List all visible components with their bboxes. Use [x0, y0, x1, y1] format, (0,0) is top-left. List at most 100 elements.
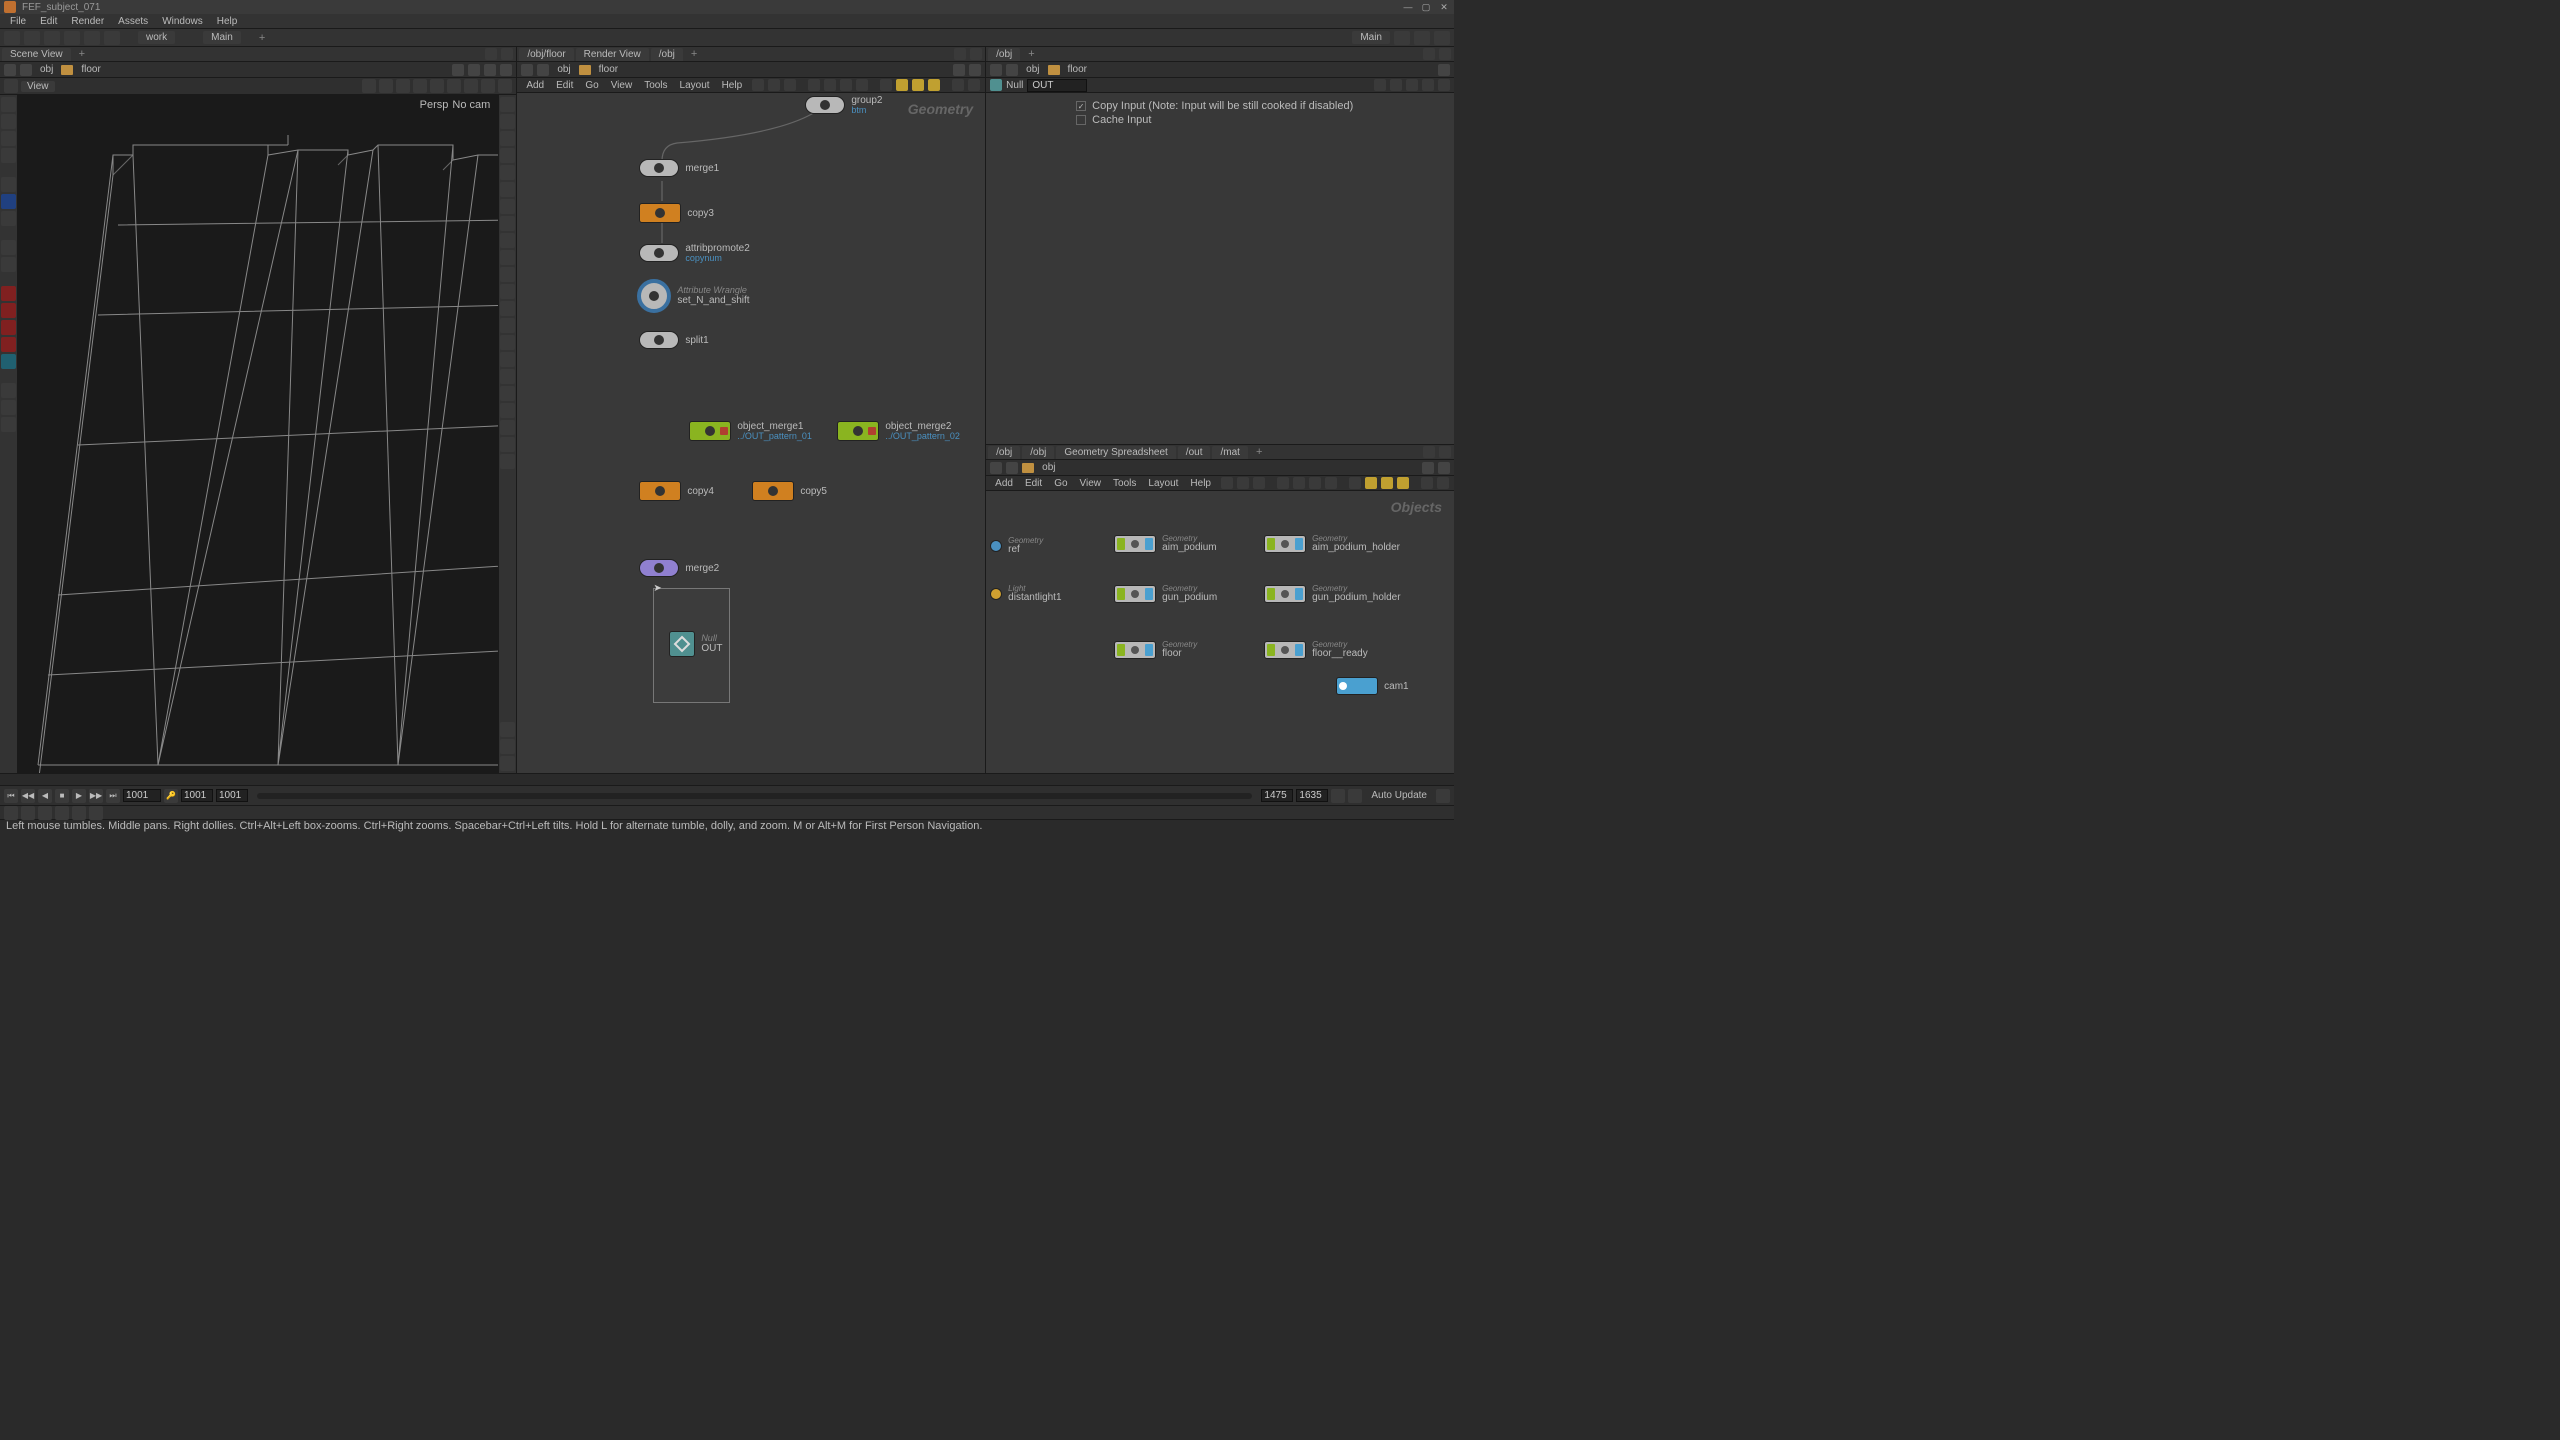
net-tool-icon[interactable] [928, 79, 940, 91]
vp-display-tool[interactable] [500, 386, 515, 401]
obj-tool-icon[interactable] [1237, 477, 1249, 489]
update-mode-label[interactable]: Auto Update [1365, 790, 1433, 801]
range-start2-input[interactable] [216, 789, 248, 802]
vp-display-tool[interactable] [500, 97, 515, 112]
vp-tool[interactable] [1, 240, 16, 255]
obj-tab[interactable]: /obj [988, 446, 1020, 459]
status-tool[interactable] [72, 806, 86, 820]
node-copy3[interactable]: copy3 [639, 203, 714, 223]
shelf-tab-main[interactable]: Main [203, 31, 241, 44]
vp-display-tool[interactable] [500, 114, 515, 129]
pane-menu-icon[interactable] [485, 48, 497, 60]
pane-icon[interactable] [1439, 446, 1451, 458]
vp-tool[interactable] [1, 131, 16, 146]
obj-tool-icon[interactable] [1309, 477, 1321, 489]
vp-select-tool[interactable] [1, 97, 16, 112]
path-icon[interactable] [452, 64, 464, 76]
viewport-label[interactable]: View [21, 81, 55, 92]
vp-display-tool[interactable] [500, 165, 515, 180]
pane-icon[interactable] [1439, 48, 1451, 60]
obj-tool-icon[interactable] [1349, 477, 1361, 489]
obj-node-aim-podium[interactable]: Geometryaim_podium [1114, 535, 1216, 553]
vp-tool-icon[interactable] [430, 79, 444, 93]
play-prev-button[interactable]: ◀◀ [21, 789, 35, 803]
status-tool[interactable] [4, 806, 18, 820]
vp-tool[interactable] [1, 383, 16, 398]
menu-edit[interactable]: Edit [34, 16, 63, 27]
vp-tool[interactable] [1, 303, 16, 318]
playbar-icon[interactable] [1436, 789, 1450, 803]
obj-tool-icon[interactable] [1325, 477, 1337, 489]
pane-icon[interactable] [970, 48, 982, 60]
param-tab[interactable]: /obj [988, 48, 1020, 61]
vp-display-tool[interactable] [500, 352, 515, 367]
play-last-button[interactable]: ⏭ [106, 789, 120, 803]
vp-display-tool[interactable] [500, 267, 515, 282]
vp-tool-icon[interactable] [464, 79, 478, 93]
path-icon[interactable] [484, 64, 496, 76]
obj-tool-icon[interactable] [1221, 477, 1233, 489]
vp-tool[interactable] [1, 257, 16, 272]
node-merge2[interactable]: merge2 [639, 559, 719, 577]
shelf-tool[interactable] [1394, 31, 1410, 45]
vp-tool[interactable] [1, 286, 16, 301]
cache-input-checkbox[interactable] [1076, 115, 1086, 125]
network-editor[interactable]: Geometry [517, 93, 985, 773]
obj-node-distantlight1[interactable]: Lightdistantlight1 [990, 585, 1061, 603]
path-crumb-obj[interactable]: obj [36, 64, 57, 75]
obj-menu-go[interactable]: Go [1049, 478, 1072, 489]
net-tool-icon[interactable] [784, 79, 796, 91]
add-tab[interactable]: + [1250, 445, 1268, 459]
obj-node-gun-podium[interactable]: Geometrygun_podium [1114, 585, 1217, 603]
vp-display-tool[interactable] [500, 318, 515, 333]
node-split1[interactable]: split1 [639, 331, 708, 349]
vp-tool-icon[interactable] [379, 79, 393, 93]
path-icon[interactable] [500, 64, 512, 76]
shelf-tool[interactable] [44, 31, 60, 45]
3d-viewport[interactable]: Persp No cam [18, 95, 498, 773]
shelf-tool[interactable] [1434, 31, 1450, 45]
vp-arrow-tool[interactable] [1, 177, 16, 192]
net-tool-icon[interactable] [840, 79, 852, 91]
obj-tool-icon[interactable] [1365, 477, 1377, 489]
net-tool-icon[interactable] [824, 79, 836, 91]
obj-tab[interactable]: /obj [1022, 446, 1054, 459]
pin-icon[interactable] [1422, 462, 1434, 474]
node-merge1[interactable]: merge1 [639, 159, 719, 177]
vp-display-tool[interactable] [500, 335, 515, 350]
obj-node-floor[interactable]: Geometryfloor [1114, 641, 1197, 659]
network-tab[interactable]: Render View [576, 48, 649, 61]
playbar-icon[interactable] [1348, 789, 1362, 803]
vp-display-tool[interactable] [500, 403, 515, 418]
maximize-button[interactable]: ▢ [1420, 1, 1432, 13]
vp-display-tool[interactable] [500, 216, 515, 231]
obj-tool-icon[interactable] [1293, 477, 1305, 489]
obj-help-icon[interactable] [1437, 477, 1449, 489]
vp-display-tool[interactable] [500, 148, 515, 163]
vp-tool[interactable] [1, 211, 16, 226]
add-tab[interactable]: + [1022, 47, 1040, 61]
net-menu-help[interactable]: Help [717, 80, 748, 91]
net-tool-icon[interactable] [856, 79, 868, 91]
shelf-tool[interactable] [104, 31, 120, 45]
path-crumb[interactable]: floor [1064, 64, 1091, 75]
vp-display-tool[interactable] [500, 131, 515, 146]
vp-tool-icon[interactable] [498, 79, 512, 93]
node-name-input[interactable] [1027, 79, 1087, 92]
obj-menu-tools[interactable]: Tools [1108, 478, 1141, 489]
add-tab[interactable]: + [685, 47, 703, 61]
path-crumb[interactable]: obj [1038, 462, 1059, 473]
vp-display-tool[interactable] [500, 301, 515, 316]
net-tool-icon[interactable] [912, 79, 924, 91]
pin-icon[interactable] [1438, 64, 1450, 76]
vp-tool-icon[interactable] [481, 79, 495, 93]
vp-display-tool[interactable] [500, 739, 515, 754]
path-crumb-floor[interactable]: floor [77, 64, 104, 75]
viewport-tab[interactable]: Scene View [2, 48, 71, 61]
back-icon[interactable] [4, 64, 16, 76]
net-tool-icon[interactable] [752, 79, 764, 91]
close-button[interactable]: ✕ [1438, 1, 1450, 13]
net-search-icon[interactable] [952, 79, 964, 91]
play-next-button[interactable]: ▶▶ [89, 789, 103, 803]
menu-help[interactable]: Help [211, 16, 244, 27]
